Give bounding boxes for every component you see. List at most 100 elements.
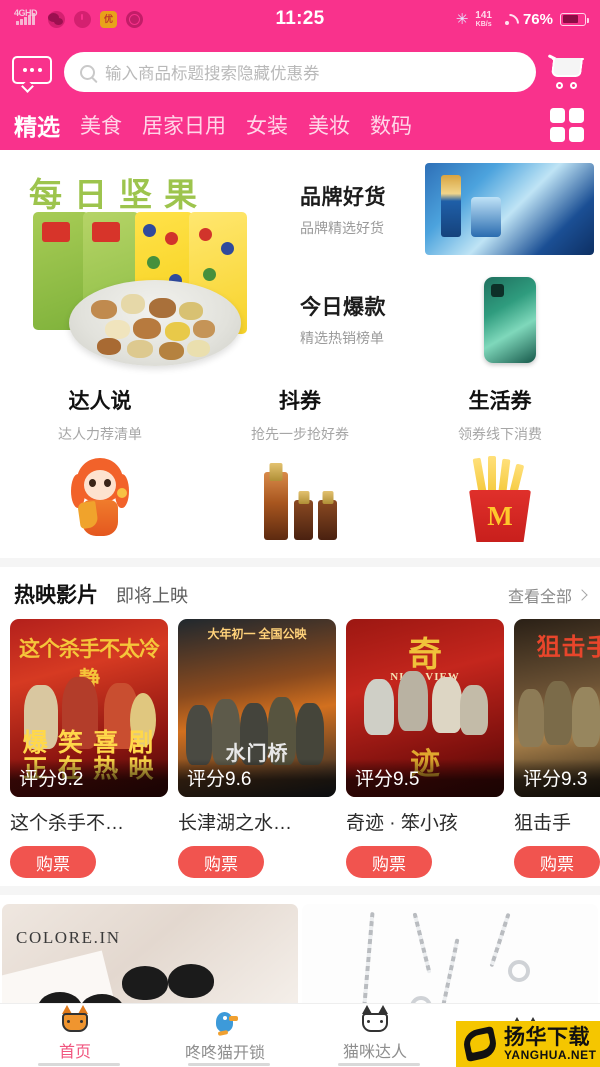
- movies-heading: 热映影片: [14, 579, 98, 609]
- wifi-icon: [499, 13, 516, 26]
- status-bar-left: 4GHD: [14, 11, 143, 28]
- nav-item-dongdongmao[interactable]: 咚咚猫开锁: [150, 1004, 300, 1067]
- movie-rating: 评分9.3: [514, 759, 600, 797]
- cosmetics-set-image: [425, 163, 594, 255]
- feature-title: 生活券: [400, 385, 600, 415]
- status-bar: 4GHD 11:25 ✳ 141 KB/s 76%: [0, 0, 600, 38]
- tab-jujiariyong[interactable]: 居家日用: [132, 110, 236, 140]
- tab-shuma[interactable]: 数码: [360, 110, 422, 140]
- movie-card[interactable]: 大年初一 全国公映 水门桥 评分9.6 长津湖之水… 购票: [178, 619, 336, 878]
- nav-label: 猫咪达人: [343, 1038, 407, 1062]
- cat-home-icon: [60, 1009, 90, 1033]
- data-rate-indicator: 141 KB/s: [475, 11, 492, 28]
- feature-douquan[interactable]: 抖券 抢先一步抢好券: [200, 385, 400, 544]
- network-type-label: 4G: [14, 8, 25, 18]
- movie-poster[interactable]: 大年初一 全国公映 水门桥 评分9.6: [178, 619, 336, 797]
- category-tabs: 精选 美食 居家日用 女装 美妆 数码: [12, 100, 588, 150]
- buy-ticket-button[interactable]: 购票: [178, 846, 264, 878]
- movies-carousel[interactable]: 这个杀手不太冷静 爆 笑 喜 剧 正 在 热 映 评分9.2 这个杀手不… 购票: [0, 619, 600, 878]
- promo-card-sunglasses[interactable]: COLORE.IN: [2, 904, 298, 1003]
- feature-subtitle: 抢先一步抢好券: [200, 424, 400, 444]
- banner-brand-subtitle: 品牌精选好货: [300, 218, 425, 238]
- battery-percent-label: 76%: [523, 11, 553, 28]
- nav-indicator-bar: [338, 1063, 420, 1066]
- ring-app-icon: [126, 11, 143, 28]
- movie-card[interactable]: 狙击手 评分9.3 狙击手 购票: [514, 619, 600, 878]
- banner-brand-goods[interactable]: 品牌好货 品牌精选好货: [292, 154, 600, 265]
- promo-section: COLORE.IN: [0, 895, 600, 1003]
- tab-nvzhuang[interactable]: 女装: [236, 110, 298, 140]
- nav-label: 咚咚猫开锁: [185, 1039, 265, 1063]
- see-all-label: 查看全部: [508, 583, 572, 607]
- feature-title: 达人说: [0, 385, 200, 415]
- promo-card-necklace[interactable]: [302, 904, 598, 1003]
- feature-subtitle: 达人力荐清单: [0, 424, 200, 444]
- page-body: 每日坚果: [0, 150, 600, 1003]
- watermark-en-text: YANGHUA.NET: [504, 1049, 596, 1062]
- feature-subtitle: 领券线下消费: [400, 424, 600, 444]
- watermark-cn-text: 扬华下载: [504, 1027, 596, 1049]
- feature-darenshuo[interactable]: 达人说 达人力荐清单: [0, 385, 200, 544]
- tab-meizhuang[interactable]: 美妆: [298, 110, 360, 140]
- nav-item-maomidaren[interactable]: 猫咪达人: [300, 1004, 450, 1067]
- movie-title: 奇迹 · 笨小孩: [346, 808, 504, 835]
- data-rate-unit: KB/s: [476, 21, 492, 28]
- status-bar-right: ✳ 141 KB/s 76%: [456, 10, 586, 28]
- battery-icon: [560, 13, 586, 26]
- banner-hot-today[interactable]: 今日爆款 精选热销榜单: [292, 265, 600, 376]
- movies-see-all-link[interactable]: 查看全部: [508, 583, 586, 607]
- coupon-app-icon: [100, 11, 117, 28]
- movie-poster[interactable]: 狙击手 评分9.3: [514, 619, 600, 797]
- poster-line: 大年初一 全国公映: [178, 625, 336, 642]
- app-root: 4GHD 11:25 ✳ 141 KB/s 76%: [0, 0, 600, 1067]
- movie-title: 长津湖之水…: [178, 808, 336, 835]
- category-grid-icon[interactable]: [550, 108, 584, 142]
- cellular-signal-icon: 4GHD: [14, 13, 39, 25]
- movies-subheading[interactable]: 即将上映: [116, 582, 188, 608]
- feature-trio-section: 达人说 达人力荐清单 抖券 抢先一步抢好券: [0, 375, 600, 558]
- buy-ticket-button[interactable]: 购票: [514, 846, 600, 878]
- perfume-bottles-illustration: [200, 452, 400, 544]
- buy-ticket-button[interactable]: 购票: [346, 846, 432, 878]
- nav-item-home[interactable]: 首页: [0, 1004, 150, 1067]
- chevron-right-icon: [576, 589, 587, 600]
- feature-shenghuoquan[interactable]: 生活券 领券线下消费 M: [400, 385, 600, 544]
- search-row: 输入商品标题搜索隐藏优惠券: [12, 44, 588, 100]
- message-bubble-icon[interactable]: [12, 56, 52, 89]
- promo-brand-label: COLORE.IN: [16, 928, 121, 948]
- movie-card[interactable]: 奇 NICE VIEW 迹 评分9.5 奇迹 · 笨小孩 购票: [346, 619, 504, 878]
- data-rate-value: 141: [475, 11, 492, 21]
- tab-meishi[interactable]: 美食: [70, 110, 132, 140]
- doll-illustration: [0, 452, 200, 544]
- movie-rating: 评分9.6: [178, 759, 336, 797]
- bird-icon: [211, 1008, 239, 1034]
- network-sub-label: HD: [25, 8, 37, 18]
- banner-hot-subtitle: 精选热销榜单: [300, 328, 425, 348]
- nav-indicator-bar: [188, 1063, 270, 1066]
- search-placeholder: 输入商品标题搜索隐藏优惠券: [105, 60, 320, 84]
- movie-rating: 评分9.2: [10, 759, 168, 797]
- bluetooth-icon: ✳: [456, 10, 469, 28]
- movie-card[interactable]: 这个杀手不太冷静 爆 笑 喜 剧 正 在 热 映 评分9.2 这个杀手不… 购票: [10, 619, 168, 878]
- banner-brand-title: 品牌好货: [300, 181, 425, 211]
- banner-main-nuts[interactable]: 每日坚果: [0, 154, 292, 375]
- movies-header: 热映影片 即将上映 查看全部: [0, 579, 600, 619]
- movies-section: 热映影片 即将上映 查看全部 这个杀手不太冷静 爆 笑 喜 剧: [0, 567, 600, 886]
- search-input[interactable]: 输入商品标题搜索隐藏优惠券: [64, 52, 536, 92]
- clock-icon: [74, 11, 91, 28]
- feature-title: 抖券: [200, 385, 400, 415]
- banner-main-title: 每日坚果: [29, 168, 209, 216]
- movie-title: 狙击手: [514, 808, 600, 835]
- wechat-icon: [48, 11, 65, 28]
- nav-indicator-bar: [38, 1063, 120, 1066]
- movie-title: 这个杀手不…: [10, 808, 168, 835]
- movie-poster[interactable]: 奇 NICE VIEW 迹 评分9.5: [346, 619, 504, 797]
- search-icon: [80, 65, 95, 80]
- buy-ticket-button[interactable]: 购票: [10, 846, 96, 878]
- poster-line: 奇: [346, 627, 504, 676]
- tab-jingxuan[interactable]: 精选: [12, 108, 70, 142]
- shopping-cart-icon[interactable]: [548, 54, 588, 90]
- movie-poster[interactable]: 这个杀手不太冷静 爆 笑 喜 剧 正 在 热 映 评分9.2: [10, 619, 168, 797]
- nav-label: 首页: [59, 1038, 91, 1062]
- poster-line: 狙击手: [514, 627, 600, 662]
